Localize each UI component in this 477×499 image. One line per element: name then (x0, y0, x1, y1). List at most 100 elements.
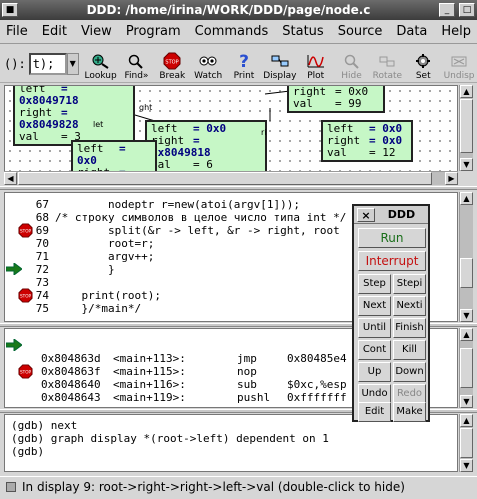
node-row: val = 99 (293, 97, 362, 110)
window-titlebar: ■ DDD: /home/irina/WORK/DDD/page/node.c … (0, 0, 477, 20)
undisplay-label: Undisp (443, 71, 475, 81)
status-led-icon (6, 481, 16, 492)
scroll-thumb[interactable] (460, 428, 473, 458)
scroll-up-arrow[interactable]: ▲ (460, 328, 473, 341)
graph-node[interactable]: right = 0x0 val = 99 (287, 86, 385, 113)
menu-view[interactable]: View (81, 24, 112, 39)
menu-status[interactable]: Status (282, 24, 323, 39)
source-vertical-scrollbar[interactable]: ▲ ▼ (459, 192, 473, 322)
breakpoint-stop-icon[interactable]: STOP (18, 223, 33, 238)
machine-line[interactable]: 0x8048643 <main+119>: pushl 0xfffffff (5, 378, 347, 404)
machine-vertical-scrollbar[interactable]: ▲ ▼ (459, 328, 473, 408)
argument-box: (): t); ▼ (4, 53, 79, 75)
console-line: (gdb) graph display *(root->left) depend… (11, 432, 329, 445)
edit-button[interactable]: Edit (358, 402, 391, 422)
undisplay-button[interactable]: Undisp (441, 45, 477, 81)
lookup-button[interactable]: Lookup (83, 45, 119, 81)
graph-node[interactable]: left = 0x0 right = 0x0 val = 12 (321, 120, 413, 162)
menu-data[interactable]: Data (396, 24, 427, 39)
step-button[interactable]: Step (358, 274, 391, 294)
node-row: right = 0x8049818 (151, 134, 211, 159)
minimize-button[interactable]: _ (439, 3, 455, 17)
down-button[interactable]: Down (393, 362, 426, 382)
breakpoint-stop-icon[interactable]: STOP (18, 364, 33, 379)
graph-vertical-scrollbar[interactable]: ▲ ▼ (459, 85, 473, 171)
scroll-left-arrow[interactable]: ◀ (4, 172, 17, 185)
rotate-icon (377, 52, 397, 70)
breakpoint-stop-icon[interactable]: STOP (18, 288, 33, 303)
display-icon (270, 52, 290, 70)
stepi-button[interactable]: Stepi (393, 274, 426, 294)
next-button[interactable]: Next (358, 296, 391, 316)
make-button[interactable]: Make (393, 402, 426, 422)
menu-commands[interactable]: Commands (195, 24, 269, 39)
argument-input[interactable]: t); (28, 53, 67, 75)
print-button[interactable]: ? Print (226, 45, 262, 81)
scroll-up-arrow[interactable]: ▲ (460, 414, 473, 427)
scroll-thumb[interactable] (18, 172, 432, 185)
rotate-button[interactable]: Rotate (369, 45, 405, 81)
kill-button[interactable]: Kill (393, 340, 426, 360)
plot-icon (306, 52, 326, 70)
plot-button[interactable]: Plot (298, 45, 334, 81)
hide-icon (342, 52, 362, 70)
maximize-button[interactable]: □ (459, 3, 475, 17)
break-button[interactable]: STOP Break (154, 45, 190, 81)
edge-label: let (93, 120, 104, 129)
find-button[interactable]: Find» (119, 45, 155, 81)
print-label: Print (233, 71, 255, 81)
menu-help[interactable]: Help (441, 24, 471, 39)
lookup-icon (91, 52, 111, 70)
display-button[interactable]: Display (262, 45, 298, 81)
window-menu-button[interactable]: ■ (2, 3, 18, 17)
finish-button[interactable]: Finish (393, 318, 426, 338)
svg-text:STOP: STOP (166, 60, 179, 66)
scroll-down-arrow[interactable]: ▼ (460, 459, 473, 472)
set-button[interactable]: Set (405, 45, 441, 81)
until-button[interactable]: Until (358, 318, 391, 338)
graph-node[interactable]: left = 0x0 right = 0x8049818 val = 6 (145, 120, 267, 174)
data-graph-panel[interactable]: left = 0x8049718 right = 0x8049828 val = 3 … (4, 85, 458, 185)
graph-horizontal-scrollbar[interactable]: ◀ ▶ (4, 171, 458, 185)
status-text: In display 9: root->right->right->left->… (22, 479, 405, 494)
scroll-right-arrow[interactable]: ▶ (445, 172, 458, 185)
menu-program[interactable]: Program (126, 24, 181, 39)
scroll-down-arrow[interactable]: ▼ (460, 309, 473, 322)
close-icon[interactable]: × (357, 207, 375, 222)
up-button[interactable]: Up (358, 362, 391, 382)
menu-edit[interactable]: Edit (42, 24, 67, 39)
undo-button[interactable]: Undo (358, 384, 391, 404)
console-vertical-scrollbar[interactable]: ▲ ▼ (459, 414, 473, 472)
menu-source[interactable]: Source (338, 24, 383, 39)
nexti-button[interactable]: Nexti (393, 296, 426, 316)
cont-button[interactable]: Cont (358, 340, 391, 360)
node-row: right = 0x8049828 (19, 106, 79, 131)
graph-node[interactable]: left = 0x8049718 right = 0x8049828 val = 3 (13, 86, 135, 146)
display-label: Display (263, 71, 297, 81)
gdb-console[interactable]: (gdb) next (gdb) graph display *(root->le… (4, 414, 458, 472)
redo-button[interactable]: Redo (393, 384, 426, 404)
plot-label: Plot (307, 71, 325, 81)
menu-file[interactable]: File (6, 24, 28, 39)
svg-text:STOP: STOP (20, 228, 32, 233)
edge-label: ght (139, 103, 153, 112)
scroll-thumb[interactable] (460, 348, 473, 388)
argument-label: (): (4, 57, 26, 71)
menu-bar: File Edit View Program Commands Status S… (0, 20, 477, 44)
interrupt-button[interactable]: Interrupt (358, 251, 426, 271)
scroll-up-arrow[interactable]: ▲ (460, 85, 473, 98)
argument-dropdown-button[interactable]: ▼ (66, 53, 79, 75)
command-tool-titlebar[interactable]: × DDD (354, 206, 428, 224)
hide-button[interactable]: Hide (334, 45, 370, 81)
scroll-thumb[interactable] (460, 99, 473, 153)
scroll-up-arrow[interactable]: ▲ (460, 192, 473, 205)
watch-button[interactable]: Watch (190, 45, 226, 81)
pane-separator[interactable] (0, 186, 477, 190)
scroll-down-arrow[interactable]: ▼ (460, 395, 473, 408)
watch-label: Watch (194, 71, 223, 81)
svg-text:STOP: STOP (20, 369, 32, 374)
scroll-down-arrow[interactable]: ▼ (460, 158, 473, 171)
break-label: Break (159, 71, 186, 81)
run-button[interactable]: Run (358, 228, 426, 248)
scroll-thumb[interactable] (460, 258, 473, 288)
